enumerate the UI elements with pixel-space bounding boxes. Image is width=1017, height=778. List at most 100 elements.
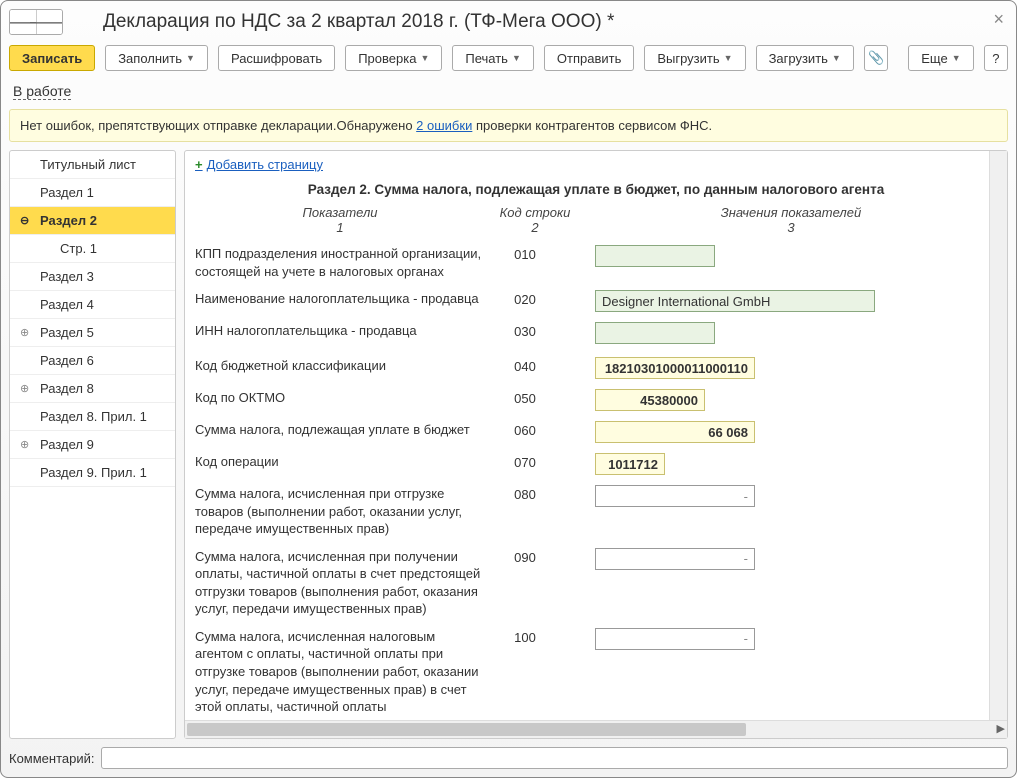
sidebar-item[interactable]: Раздел 8. Прил. 1	[10, 403, 175, 431]
comment-input[interactable]	[101, 747, 1009, 769]
section-sidebar: Титульный лист Раздел 1 ⊖Раздел 2 Стр. 1 Раз…	[9, 150, 176, 739]
row-label: Сумма налога, исчисленная налоговым аген…	[195, 628, 495, 716]
expand-icon[interactable]: ⊕	[20, 382, 29, 395]
sidebar-item[interactable]: ⊕Раздел 9	[10, 431, 175, 459]
status-link[interactable]: В работе	[13, 83, 71, 100]
sidebar-item-label: Раздел 6	[40, 353, 94, 368]
write-button[interactable]: Записать	[9, 45, 95, 71]
sidebar-item[interactable]: Стр. 1	[10, 235, 175, 263]
row-code: 050	[495, 389, 555, 406]
value-field[interactable]	[595, 245, 715, 267]
sidebar-item[interactable]: Раздел 6	[10, 347, 175, 375]
value-field[interactable]: 1011712	[595, 453, 665, 475]
form-row: Сумма налога, исчисленная при получении …	[195, 548, 997, 618]
value-field[interactable]: 18210301000011000110	[595, 357, 755, 379]
download-label: Загрузить	[769, 51, 828, 66]
decrypt-button[interactable]: Расшифровать	[218, 45, 335, 71]
chevron-down-icon: ▼	[420, 53, 429, 63]
chevron-down-icon: ▼	[724, 53, 733, 63]
info-text-2: проверки контрагентов сервисом ФНС.	[472, 118, 712, 133]
comment-label: Комментарий:	[9, 751, 95, 766]
sidebar-item-label: Раздел 3	[40, 269, 94, 284]
fill-label: Заполнить	[118, 51, 182, 66]
check-button[interactable]: Проверка ▼	[345, 45, 442, 71]
sidebar-item-label: Раздел 1	[40, 185, 94, 200]
sidebar-item-label: Титульный лист	[40, 157, 136, 172]
sidebar-item-label: Раздел 8	[40, 381, 94, 396]
row-label: Наименование налогоплательщика - продавц…	[195, 290, 495, 308]
sidebar-item[interactable]: Титульный лист	[10, 151, 175, 179]
content-pane: +Добавить страницу Раздел 2. Сумма налог…	[184, 150, 1008, 739]
sidebar-item[interactable]: Раздел 4	[10, 291, 175, 319]
sidebar-item[interactable]: Раздел 3	[10, 263, 175, 291]
attach-button[interactable]: 📎	[864, 45, 888, 71]
form-row: Код бюджетной классификации0401821030100…	[195, 357, 997, 379]
sidebar-item-label: Раздел 4	[40, 297, 94, 312]
fill-button[interactable]: Заполнить▼	[105, 45, 208, 71]
window-title: Декларация по НДС за 2 квартал 2018 г. (…	[103, 11, 614, 33]
col3-sub: 3	[585, 220, 997, 235]
row-code: 090	[495, 548, 555, 565]
value-field[interactable]	[595, 548, 755, 570]
chevron-down-icon: ▼	[832, 53, 841, 63]
value-field[interactable]: 66 068	[595, 421, 755, 443]
upload-label: Выгрузить	[657, 51, 719, 66]
titlebar: 🡐 🡒 Декларация по НДС за 2 квартал 2018 …	[9, 9, 1008, 35]
errors-link[interactable]: 2 ошибки	[416, 118, 472, 133]
sidebar-item[interactable]: ⊕Раздел 5	[10, 319, 175, 347]
print-button[interactable]: Печать▼	[452, 45, 534, 71]
row-label: Сумма налога, исчисленная при получении …	[195, 548, 495, 618]
sidebar-item[interactable]: Раздел 9. Прил. 1	[10, 459, 175, 487]
vertical-scrollbar[interactable]	[989, 151, 1007, 720]
col2-header: Код строки	[485, 205, 585, 220]
sidebar-item[interactable]: Раздел 1	[10, 179, 175, 207]
check-label: Проверка	[358, 51, 416, 66]
sidebar-item[interactable]: ⊖Раздел 2	[10, 207, 175, 235]
collapse-icon[interactable]: ⊖	[20, 214, 29, 227]
nav-forward-button[interactable]: 🡒	[36, 10, 62, 34]
plus-icon: +	[195, 157, 203, 172]
info-bar: Нет ошибок, препятствующих отправке декл…	[9, 109, 1008, 142]
value-field[interactable]	[595, 485, 755, 507]
form-row: Сумма налога, подлежащая уплате в бюджет…	[195, 421, 997, 443]
more-button[interactable]: Еще▼	[908, 45, 973, 71]
col1-sub: 1	[195, 220, 485, 235]
sidebar-item[interactable]: ⊕ Раздел 8	[10, 375, 175, 403]
add-page-label: Добавить страницу	[207, 157, 323, 172]
row-code: 080	[495, 485, 555, 502]
horizontal-scrollbar[interactable]: ▶	[185, 720, 1007, 738]
value-field[interactable]	[595, 628, 755, 650]
row-code: 030	[495, 322, 555, 339]
print-label: Печать	[465, 51, 508, 66]
col2-sub: 2	[485, 220, 585, 235]
expand-icon[interactable]: ⊕	[20, 438, 29, 451]
form-row: ИНН налогоплательщика - продавца030	[195, 322, 997, 347]
row-code: 060	[495, 421, 555, 438]
sidebar-item-label: Стр. 1	[60, 241, 97, 256]
column-headers: Показатели1 Код строки2 Значения показат…	[195, 205, 997, 235]
value-field[interactable]: 45380000	[595, 389, 705, 411]
row-label: Код по ОКТМО	[195, 389, 495, 407]
upload-button[interactable]: Выгрузить ▼	[644, 45, 745, 71]
form-row: Код по ОКТМО050 45380000	[195, 389, 997, 411]
value-field[interactable]: Designer International GmbH	[595, 290, 875, 312]
add-page-link[interactable]: + Добавить страницу	[195, 157, 323, 172]
paperclip-icon: 📎	[868, 50, 884, 66]
value-field[interactable]	[595, 322, 715, 344]
more-label: Еще	[921, 51, 947, 66]
row-label: ИНН налогоплательщика - продавца	[195, 322, 495, 340]
info-text-1: Нет ошибок, препятствующих отправке декл…	[20, 118, 416, 133]
form-row: Сумма налога, исчисленная налоговым аген…	[195, 628, 997, 716]
sidebar-item-label: Раздел 8. Прил. 1	[40, 409, 147, 424]
help-button[interactable]: ?	[984, 45, 1008, 71]
close-icon[interactable]: ×	[993, 9, 1004, 30]
download-button[interactable]: Загрузить ▼	[756, 45, 854, 71]
form-row: Наименование налогоплательщика - продавц…	[195, 290, 997, 312]
row-code: 010	[495, 245, 555, 262]
row-label: Сумма налога, подлежащая уплате в бюджет	[195, 421, 495, 439]
form-row: Код операции0701011712	[195, 453, 997, 475]
row-code: 100	[495, 628, 555, 645]
row-label: КПП подразделения иностранной организаци…	[195, 245, 495, 280]
send-button[interactable]: Отправить	[544, 45, 634, 71]
expand-icon[interactable]: ⊕	[20, 326, 29, 339]
